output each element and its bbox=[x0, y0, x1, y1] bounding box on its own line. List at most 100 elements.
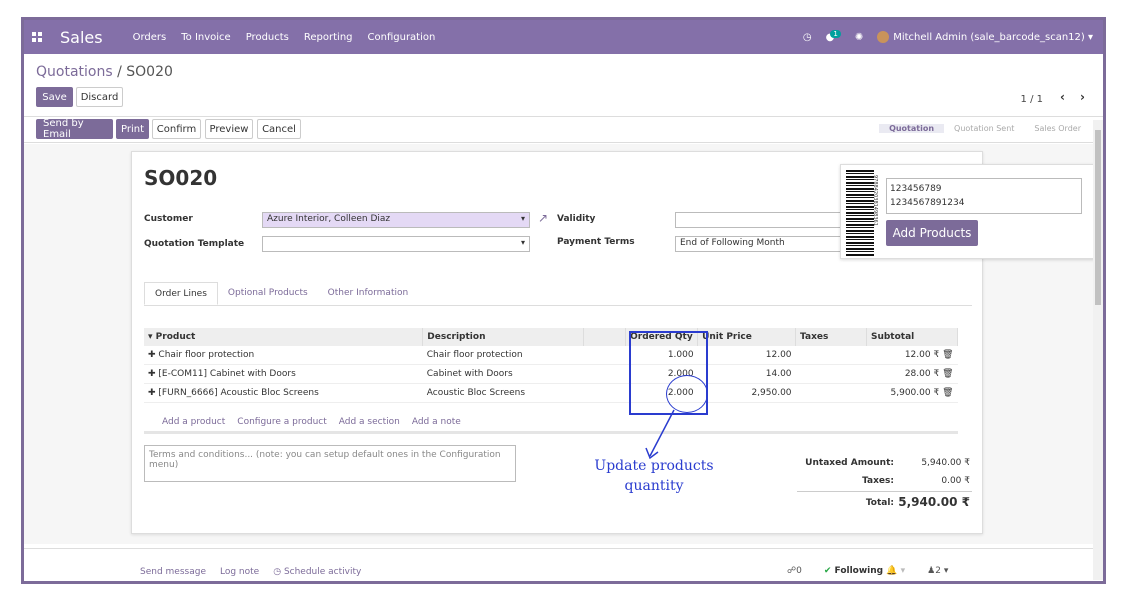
header-blank bbox=[583, 328, 627, 346]
header-subtotal[interactable]: Subtotal bbox=[866, 328, 959, 346]
user-menu[interactable]: Mitchell Admin (sale_barcode_scan12) ▾ bbox=[877, 31, 1093, 43]
barcode-line: 123456789 bbox=[890, 184, 942, 194]
app-frame: Sales Orders To Invoice Products Reporti… bbox=[21, 17, 1106, 584]
attachments-button[interactable]: ☍0 bbox=[787, 566, 802, 576]
clock-icon: ◷ bbox=[273, 567, 282, 577]
configure-product-link[interactable]: Configure a product bbox=[237, 417, 326, 427]
price-cell: 12.00 bbox=[697, 346, 796, 365]
apps-menu-icon[interactable] bbox=[32, 32, 42, 42]
product-cell: ✚ Chair floor protection bbox=[144, 346, 423, 365]
subtotal-cell: 5,900.00 ₹ 🗑 bbox=[866, 383, 958, 403]
menu-products[interactable]: Products bbox=[246, 32, 289, 43]
template-field[interactable]: ▾ bbox=[262, 236, 530, 252]
clock-icon[interactable]: ◷ bbox=[803, 32, 812, 43]
scrollbar[interactable] bbox=[1093, 120, 1103, 580]
save-button[interactable]: Save bbox=[36, 87, 73, 107]
taxes-value: 0.00 ₹ bbox=[941, 476, 970, 486]
description-cell: Acoustic Bloc Screens bbox=[422, 383, 584, 403]
followers-button[interactable]: ♟2 ▾ bbox=[927, 566, 948, 576]
order-lines-table: ▾ Product Description Ordered Qty Unit P… bbox=[144, 328, 959, 403]
taxes-cell bbox=[795, 346, 867, 365]
annotation-text: Update products quantity bbox=[584, 456, 724, 496]
preview-button[interactable]: Preview bbox=[205, 119, 253, 139]
drag-handle-icon[interactable]: ✚ bbox=[148, 350, 156, 360]
product-cell: ✚ [FURN_6666] Acoustic Bloc Screens bbox=[144, 383, 423, 403]
header-product[interactable]: ▾ Product bbox=[144, 328, 424, 346]
stage-sales-order[interactable]: Sales Order bbox=[1024, 124, 1091, 133]
trash-icon[interactable]: 🗑 bbox=[942, 369, 953, 379]
total-label: Total: bbox=[865, 498, 894, 508]
user-name: Mitchell Admin (sale_barcode_scan12) bbox=[893, 32, 1085, 43]
menu-reporting[interactable]: Reporting bbox=[304, 32, 353, 43]
print-button[interactable]: Print bbox=[116, 119, 149, 139]
drag-handle-icon[interactable]: ✚ bbox=[148, 388, 156, 398]
payment-terms-field[interactable]: End of Following Month bbox=[675, 236, 845, 252]
bell-icon[interactable]: 🔔 bbox=[886, 566, 897, 576]
barcode-input[interactable]: 123456789 1234567891234 bbox=[886, 178, 1082, 214]
total-value: 5,940.00 ₹ bbox=[898, 495, 970, 509]
menu-to-invoice[interactable]: To Invoice bbox=[181, 32, 230, 43]
payment-terms-label: Payment Terms bbox=[557, 237, 635, 247]
header-description[interactable]: Description bbox=[422, 328, 585, 346]
untaxed-value: 5,940.00 ₹ bbox=[921, 458, 970, 468]
header-taxes[interactable]: Taxes bbox=[795, 328, 867, 346]
tab-other-information[interactable]: Other Information bbox=[318, 282, 419, 305]
chat-count-badge: 1 bbox=[830, 29, 841, 38]
notebook-tabs: Order Lines Optional Products Other Info… bbox=[144, 282, 972, 306]
customer-label: Customer bbox=[144, 214, 193, 224]
terms-textarea[interactable]: Terms and conditions... (note: you can s… bbox=[144, 445, 516, 482]
external-link-icon[interactable]: ↗ bbox=[538, 211, 548, 225]
discard-button[interactable]: Discard bbox=[76, 87, 123, 107]
validity-field[interactable] bbox=[675, 212, 845, 228]
subtotal-cell: 28.00 ₹ 🗑 bbox=[866, 364, 958, 384]
add-products-button[interactable]: Add Products bbox=[886, 220, 978, 246]
bug-icon[interactable]: ✺ bbox=[855, 32, 863, 43]
taxes-label: Taxes: bbox=[862, 476, 894, 486]
taxes-cell bbox=[795, 364, 867, 384]
chat-icon[interactable]: ●1 bbox=[826, 29, 841, 43]
confirm-button[interactable]: Confirm bbox=[152, 119, 201, 139]
price-cell: 14.00 bbox=[697, 364, 796, 384]
chatter: Send message Log note ◷ Schedule activit… bbox=[24, 548, 1094, 581]
scrollbar-thumb[interactable] bbox=[1095, 130, 1101, 305]
send-by-email-button[interactable]: Send by Email bbox=[36, 118, 113, 140]
section-divider bbox=[144, 431, 958, 434]
log-note-button[interactable]: Log note bbox=[220, 567, 259, 577]
stage-quotation[interactable]: Quotation bbox=[879, 124, 945, 133]
add-line-links: Add a product Configure a product Add a … bbox=[162, 417, 461, 427]
trash-icon[interactable]: 🗑 bbox=[942, 388, 953, 398]
annotation-line: quantity bbox=[624, 478, 684, 494]
header-unit-price[interactable]: Unit Price bbox=[697, 328, 797, 346]
avatar bbox=[877, 31, 890, 43]
chevron-down-icon: ▾ bbox=[520, 214, 525, 223]
add-note-link[interactable]: Add a note bbox=[412, 417, 461, 427]
pager-prev-icon[interactable]: ‹ bbox=[1060, 90, 1065, 104]
description-cell: Cabinet with Doors bbox=[422, 364, 584, 384]
table-row[interactable]: ✚ [E-COM11] Cabinet with Doors Cabinet w… bbox=[144, 364, 958, 384]
drag-handle-icon[interactable]: ✚ bbox=[148, 369, 156, 379]
send-message-button[interactable]: Send message bbox=[140, 567, 206, 577]
barcode-image bbox=[846, 170, 874, 256]
stage-quotation-sent[interactable]: Quotation Sent bbox=[944, 124, 1024, 133]
add-section-link[interactable]: Add a section bbox=[339, 417, 400, 427]
table-row[interactable]: ✚ [FURN_6666] Acoustic Bloc Screens Acou… bbox=[144, 383, 958, 403]
table-row[interactable]: ✚ Chair floor protection Chair floor pro… bbox=[144, 346, 958, 365]
totals-divider bbox=[797, 491, 972, 492]
cancel-button[interactable]: Cancel bbox=[257, 119, 301, 139]
following-button[interactable]: ✔ Following 🔔 ▾ bbox=[824, 566, 905, 576]
schedule-activity-button[interactable]: ◷ Schedule activity bbox=[273, 567, 361, 577]
add-product-link[interactable]: Add a product bbox=[162, 417, 225, 427]
tab-optional-products[interactable]: Optional Products bbox=[218, 282, 318, 305]
customer-field[interactable]: Azure Interior, Colleen Diaz ▾ bbox=[262, 212, 530, 228]
trash-icon[interactable]: 🗑 bbox=[942, 350, 953, 360]
menu-configuration[interactable]: Configuration bbox=[368, 32, 436, 43]
untaxed-label: Untaxed Amount: bbox=[805, 458, 894, 468]
description-cell: Chair floor protection bbox=[422, 346, 584, 365]
app-brand[interactable]: Sales bbox=[60, 28, 103, 47]
tab-order-lines[interactable]: Order Lines bbox=[144, 282, 218, 305]
menu-orders[interactable]: Orders bbox=[133, 32, 167, 43]
breadcrumb-quotations[interactable]: Quotations bbox=[36, 64, 113, 80]
barcode-line: 1234567891234 bbox=[890, 198, 965, 208]
price-cell: 2,950.00 bbox=[697, 383, 796, 403]
pager-next-icon[interactable]: › bbox=[1080, 90, 1085, 104]
